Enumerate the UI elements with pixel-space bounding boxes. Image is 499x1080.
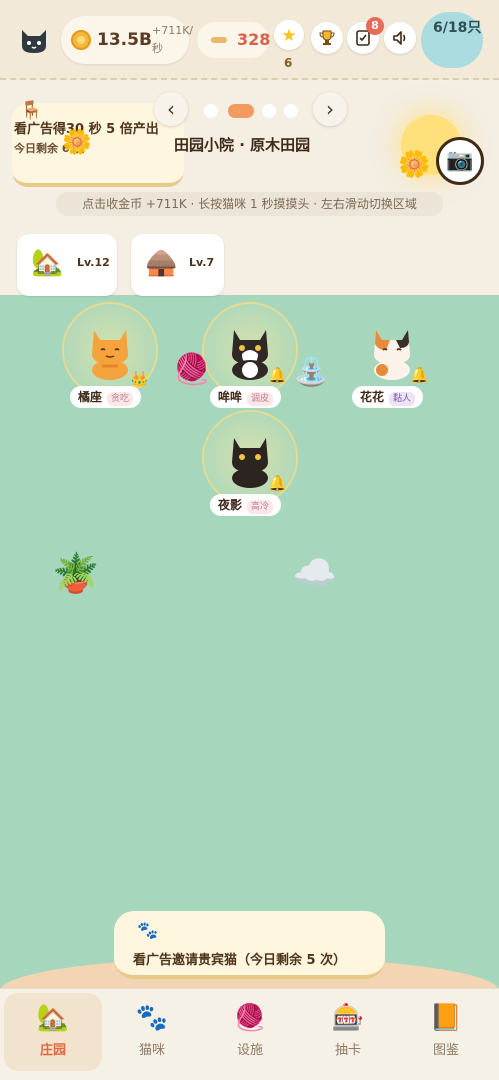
cat-name: 夜影 xyxy=(218,498,243,512)
bell-icon: 🔔 xyxy=(268,474,287,492)
nav-label: 猫咪 xyxy=(138,1043,165,1058)
yarn-ball-icon[interactable]: 🧶 xyxy=(173,352,210,387)
next-area-button[interactable]: › xyxy=(313,92,347,126)
house-icon: 🏡 xyxy=(36,1003,70,1033)
nav-label: 图鉴 xyxy=(432,1043,459,1058)
pager-dot[interactable] xyxy=(204,104,218,118)
pager-dot[interactable] xyxy=(262,104,276,118)
cat-count: 6/18只 xyxy=(421,12,483,68)
orange-cat-icon xyxy=(92,330,128,380)
cat-name-tag: 花花 黏人 xyxy=(352,386,424,408)
paw-icon: 🐾 xyxy=(135,1003,169,1033)
trophy-icon xyxy=(319,30,335,45)
star-icon: ★ xyxy=(281,26,297,46)
cat-logo-icon[interactable] xyxy=(18,24,50,56)
area-title: 田园小院 · 原木田园 xyxy=(174,136,311,154)
cloud-icon: ☁️ xyxy=(292,553,337,594)
nav-label: 抽卡 xyxy=(334,1043,361,1058)
fish-balance[interactable]: 328 xyxy=(197,22,271,58)
cat-name-tag: 哞哞 调皮 xyxy=(210,386,282,408)
nav-estate[interactable]: 🏡 庄园 xyxy=(4,993,102,1071)
fish-amount: 328 xyxy=(237,30,271,49)
flower-icon: 🌼 xyxy=(398,150,431,180)
bottom-nav: 🏡 庄园 🐾 猫咪 🧶 设施 🎰 抽卡 📙 图鉴 xyxy=(0,988,499,1080)
building-card[interactable]: 🛖 Lv.7 xyxy=(131,234,224,296)
cabin-icon: 🛖 xyxy=(145,248,178,278)
cat-trait: 贪吃 xyxy=(107,392,134,406)
coin-balance[interactable]: 13.5B +711K/秒 xyxy=(61,16,193,64)
cat-black-white[interactable]: 哞哞 调皮 🔔 xyxy=(202,302,298,412)
cat-black[interactable]: 夜影 高冷 🔔 xyxy=(202,410,298,520)
book-icon: 📙 xyxy=(429,1003,463,1033)
speaker-icon xyxy=(393,31,406,45)
guest-cat-ad-label: 看广告邀请贵宾猫（今日剩余 5 次） xyxy=(133,953,347,968)
task-badge: 8 xyxy=(366,17,384,35)
bell-icon: 🔔 xyxy=(410,366,429,384)
pager-dot[interactable] xyxy=(284,104,298,118)
cat-trait: 黏人 xyxy=(389,392,416,406)
house-icon: 🏡 xyxy=(31,248,64,278)
cat-name: 橘座 xyxy=(78,390,103,404)
potted-plant-icon[interactable]: 🪴 xyxy=(52,551,99,596)
cat-name: 哞哞 xyxy=(218,390,243,404)
camera-icon: 📷 xyxy=(446,148,474,173)
trophy-button[interactable] xyxy=(311,22,343,54)
cat-name-tag: 橘座 贪吃 xyxy=(70,386,142,408)
star-count: 6 xyxy=(284,56,293,70)
sound-button[interactable] xyxy=(384,22,416,54)
cat-trait: 高冷 xyxy=(247,500,274,514)
prev-area-button[interactable]: ‹ xyxy=(154,92,188,126)
nav-gacha[interactable]: 🎰 抽卡 xyxy=(299,993,397,1071)
building-level: Lv.7 xyxy=(189,256,215,269)
camera-button[interactable]: 📷 xyxy=(436,137,484,185)
flower-icon: 🌼 xyxy=(62,128,92,156)
cat-trait: 调皮 xyxy=(247,392,274,406)
nav-collection[interactable]: 📙 图鉴 xyxy=(397,993,495,1071)
coin-rate: +711K/秒 xyxy=(152,24,194,55)
building-card[interactable]: 🏡 Lv.12 xyxy=(17,234,117,296)
fountain-icon[interactable]: ⛲ xyxy=(294,355,329,388)
top-bar: 13.5B +711K/秒 328 ★ 6 8 6/18只 xyxy=(0,0,499,80)
crown-icon: 👑 xyxy=(130,370,149,388)
cat-name-tag: 夜影 高冷 xyxy=(210,494,282,516)
ad-boost-title: 看广告得30 秒 5 倍产出 xyxy=(14,122,159,137)
coin-amount: 13.5B xyxy=(97,30,152,50)
star-button[interactable]: ★ xyxy=(274,20,304,50)
paw-icon: 🐾 xyxy=(137,921,159,941)
coin-icon xyxy=(71,30,91,50)
area-banner: 🪑 看广告得30 秒 5 倍产出 今日剩余 6 次 🌼 ‹ › 田园小院 · 原… xyxy=(0,80,499,296)
cat-orange[interactable]: 橘座 贪吃 👑 xyxy=(62,302,158,412)
building-level: Lv.12 xyxy=(77,256,110,269)
hint-text: 点击收金币 +711K · 长按猫咪 1 秒摸摸头 · 左右滑动切换区域 xyxy=(56,192,443,216)
cat-name: 花花 xyxy=(360,390,385,404)
guest-cat-ad-button[interactable]: 🐾 看广告邀请贵宾猫（今日剩余 5 次） xyxy=(114,911,385,979)
nav-label: 庄园 xyxy=(39,1043,66,1058)
area-pager xyxy=(200,102,310,118)
cat-calico[interactable]: 花花 黏人 🔔 xyxy=(344,302,440,412)
fish-icon xyxy=(211,37,227,43)
nav-cats[interactable]: 🐾 猫咪 xyxy=(103,993,201,1071)
nav-facilities[interactable]: 🧶 设施 xyxy=(201,993,299,1071)
pager-dot-active[interactable] xyxy=(228,104,254,118)
yarn-icon: 🧶 xyxy=(233,1003,267,1033)
bell-icon: 🔔 xyxy=(268,366,287,384)
capsule-machine-icon: 🎰 xyxy=(331,1003,365,1033)
nav-label: 设施 xyxy=(236,1043,263,1058)
